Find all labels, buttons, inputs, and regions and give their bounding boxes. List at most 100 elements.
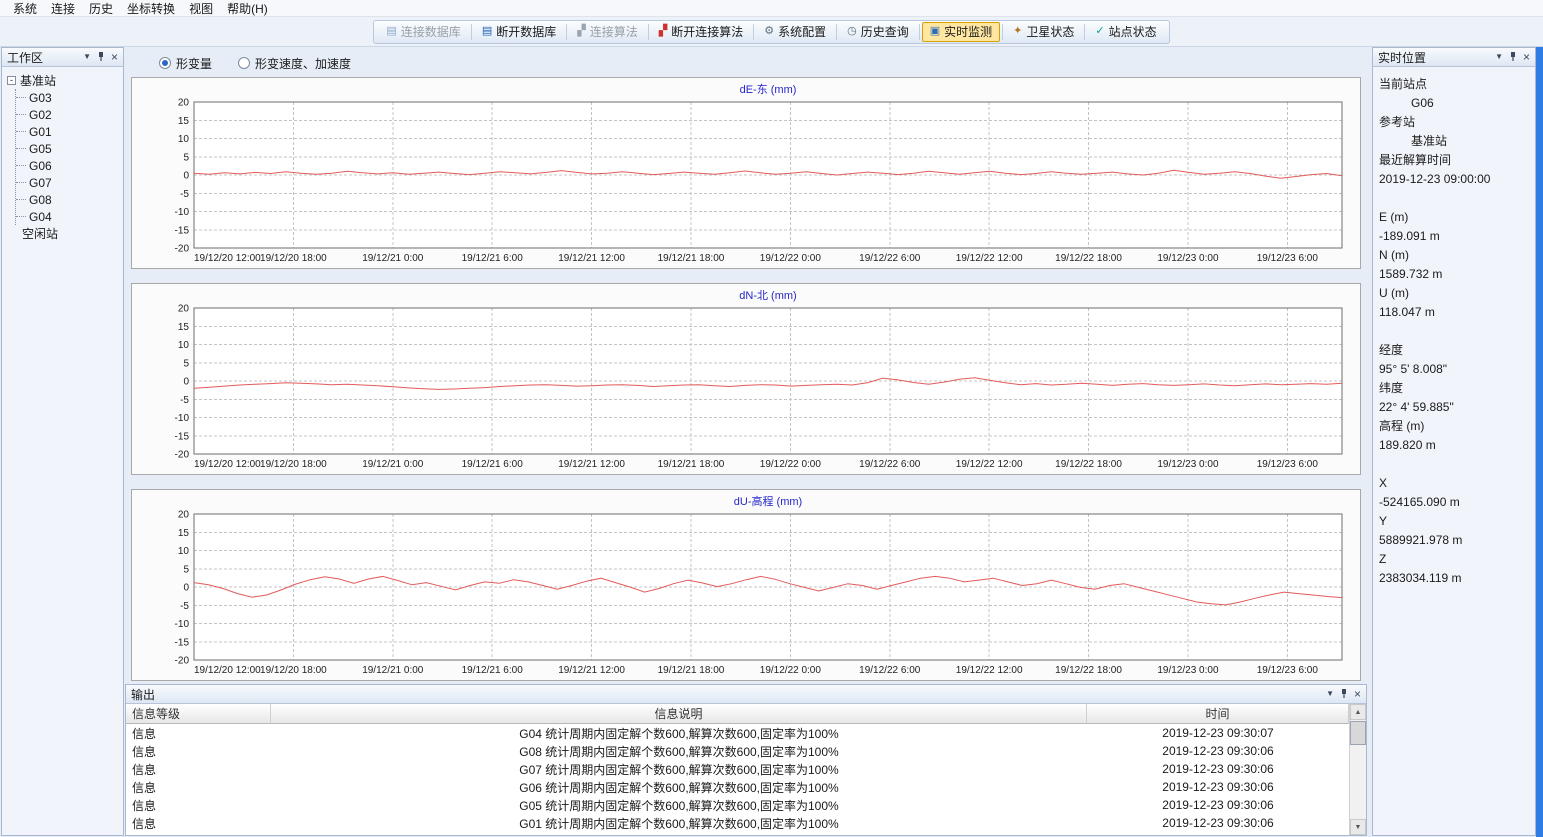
workspace-panel-title: 工作区 — [7, 49, 83, 66]
position-field-label: 当前站点 — [1379, 75, 1529, 94]
menu-item[interactable]: 连接 — [44, 0, 82, 18]
station-name: G06 — [29, 159, 52, 173]
tree-node-station[interactable]: G08 — [29, 191, 121, 208]
position-field-label: X — [1379, 474, 1529, 493]
station-name: G02 — [29, 108, 52, 122]
svg-text:19/12/21 18:00: 19/12/21 18:00 — [658, 665, 725, 676]
output-row[interactable]: 信息G01 统计周期内固定解个数600,解算次数600,固定率为100%2019… — [126, 814, 1349, 832]
svg-text:19/12/22 18:00: 19/12/22 18:00 — [1055, 459, 1122, 470]
toolbar-row: ▤连接数据库 ▤断开数据库▞连接算法 ▞断开连接算法⚙系统配置◷历史查询▣实时监测✦… — [0, 17, 1543, 47]
panel-dropdown-icon[interactable]: ▼ — [83, 53, 91, 61]
toolbar-separator — [648, 24, 649, 40]
menu-bar: 系统连接历史坐标转换视图帮助(H) — [0, 0, 1543, 17]
disconnect-database-button[interactable]: ▤断开数据库 — [474, 22, 564, 42]
svg-text:19/12/23 0:00: 19/12/23 0:00 — [1157, 253, 1219, 264]
menu-bar-items: 系统连接历史坐标转换视图帮助(H) — [6, 0, 275, 18]
menu-item[interactable]: 历史 — [82, 0, 120, 18]
panel-close-icon[interactable]: × — [111, 51, 118, 63]
svg-text:-5: -5 — [180, 395, 189, 406]
position-field-label: 纬度 — [1379, 379, 1529, 398]
chart-dE-svg: dE-东 (mm)20151050-5-10-15-2019/12/20 12:… — [132, 78, 1360, 268]
output-row[interactable]: 信息G06 统计周期内固定解个数600,解算次数600,固定率为100%2019… — [126, 778, 1349, 796]
position-field-value: 22° 4' 59.885" — [1379, 398, 1529, 417]
output-scrollbar[interactable]: ▲ ▼ — [1349, 704, 1366, 835]
svg-text:-5: -5 — [180, 189, 189, 200]
svg-text:19/12/20 18:00: 19/12/20 18:00 — [260, 665, 327, 676]
radio-option-velocity[interactable]: 形变速度、加速度 — [238, 55, 351, 72]
toolbar-button-label: 断开数据库 — [496, 23, 556, 40]
tree-node-station[interactable]: G05 — [29, 140, 121, 157]
svg-text:0: 0 — [183, 377, 189, 388]
position-caption-buttons: ▼ × — [1495, 51, 1530, 63]
scroll-up-icon[interactable]: ▲ — [1350, 704, 1366, 720]
svg-text:10: 10 — [178, 134, 190, 145]
workspace-caption-buttons: ▼ × — [83, 51, 118, 63]
menu-item[interactable]: 帮助(H) — [220, 0, 275, 18]
tree-node-station[interactable]: G06 — [29, 157, 121, 174]
svg-text:19/12/21 18:00: 19/12/21 18:00 — [658, 459, 725, 470]
radio-option-deformation[interactable]: 形变量 — [159, 55, 212, 72]
panel-close-icon[interactable]: × — [1523, 51, 1530, 63]
svg-text:19/12/23 0:00: 19/12/23 0:00 — [1157, 665, 1219, 676]
output-row[interactable]: 信息G08 统计周期内固定解个数600,解算次数600,固定率为100%2019… — [126, 742, 1349, 760]
tree-node-station[interactable]: G01 — [29, 123, 121, 140]
svg-text:19/12/20 12:00: 19/12/20 12:00 — [194, 459, 261, 470]
output-cell: 2019-12-23 09:30:06 — [1087, 742, 1349, 760]
output-cell: 信息 — [126, 796, 271, 814]
toolbar-button-label: 连接算法 — [590, 23, 638, 40]
position-field-value: 95° 5' 8.008" — [1379, 360, 1529, 379]
panel-dropdown-icon[interactable]: ▼ — [1326, 690, 1334, 698]
chart-dN-svg: dN-北 (mm)20151050-5-10-15-2019/12/20 12:… — [132, 284, 1360, 474]
svg-text:20: 20 — [178, 510, 190, 521]
svg-text:-20: -20 — [175, 450, 190, 461]
output-cell: 信息 — [126, 814, 271, 832]
output-table-body: 信息G04 统计周期内固定解个数600,解算次数600,固定率为100%2019… — [126, 724, 1349, 832]
position-field-value: -189.091 m — [1379, 227, 1529, 246]
tree-node-station[interactable]: G07 — [29, 174, 121, 191]
position-field-label: Z — [1379, 550, 1529, 569]
output-row[interactable]: 信息G05 统计周期内固定解个数600,解算次数600,固定率为100%2019… — [126, 796, 1349, 814]
position-field-value: 2383034.119 m — [1379, 569, 1529, 588]
menu-item[interactable]: 系统 — [6, 0, 44, 18]
connect-database-button[interactable]: ▤连接数据库 — [378, 22, 468, 42]
toolbar-button-label: 卫星状态 — [1026, 23, 1074, 40]
history-query-button[interactable]: ◷历史查询 — [839, 22, 917, 42]
scroll-down-icon[interactable]: ▼ — [1350, 819, 1366, 835]
station-name: G01 — [29, 125, 52, 139]
output-row[interactable]: 信息G07 统计周期内固定解个数600,解算次数600,固定率为100%2019… — [126, 760, 1349, 778]
tree-node-station[interactable]: G02 — [29, 106, 121, 123]
scrollbar-thumb[interactable] — [1350, 721, 1366, 745]
tree-node-base-stations[interactable]: -基准站 — [7, 72, 121, 89]
radio-label: 形变量 — [176, 55, 212, 72]
svg-text:-15: -15 — [175, 431, 190, 442]
panel-dropdown-icon[interactable]: ▼ — [1495, 53, 1503, 61]
radio-label: 形变速度、加速度 — [255, 55, 351, 72]
collapse-expander-icon[interactable]: - — [7, 76, 16, 85]
panel-close-icon[interactable]: × — [1354, 688, 1361, 700]
output-panel-title: 输出 — [131, 686, 1326, 703]
tree-node-idle-station[interactable]: 空闲站 — [7, 225, 121, 242]
disconnect-algorithm-button[interactable]: ▞断开连接算法 — [651, 22, 751, 42]
svg-text:-10: -10 — [175, 619, 190, 630]
svg-text:15: 15 — [178, 116, 190, 127]
satellite-status-button[interactable]: ✦卫星状态 — [1005, 22, 1082, 42]
output-cell: 2019-12-23 09:30:06 — [1087, 760, 1349, 778]
connect-algorithm-button[interactable]: ▞连接算法 — [569, 22, 645, 42]
output-row[interactable]: 信息G04 统计周期内固定解个数600,解算次数600,固定率为100%2019… — [126, 724, 1349, 742]
output-cell: 信息 — [126, 724, 271, 742]
svg-text:dE-东 (mm): dE-东 (mm) — [740, 83, 797, 96]
panel-pin-icon[interactable] — [97, 52, 105, 62]
tree-node-station[interactable]: G03 — [29, 89, 121, 106]
chart-panel-dU: dU-高程 (mm)20151050-5-10-15-2019/12/20 12… — [131, 489, 1361, 681]
system-config-button[interactable]: ⚙系统配置 — [756, 22, 834, 42]
menu-item[interactable]: 坐标转换 — [120, 0, 182, 18]
station-status-button[interactable]: ✓站点状态 — [1087, 22, 1164, 42]
radio-icon — [159, 57, 171, 69]
menu-item[interactable]: 视图 — [182, 0, 220, 18]
output-column-header: 信息说明 — [271, 704, 1087, 724]
panel-pin-icon[interactable] — [1509, 52, 1517, 62]
tree-node-station[interactable]: G04 — [29, 208, 121, 225]
desktop-edge — [1536, 47, 1543, 837]
panel-pin-icon[interactable] — [1340, 689, 1348, 699]
realtime-monitor-button[interactable]: ▣实时监测 — [922, 22, 1000, 42]
